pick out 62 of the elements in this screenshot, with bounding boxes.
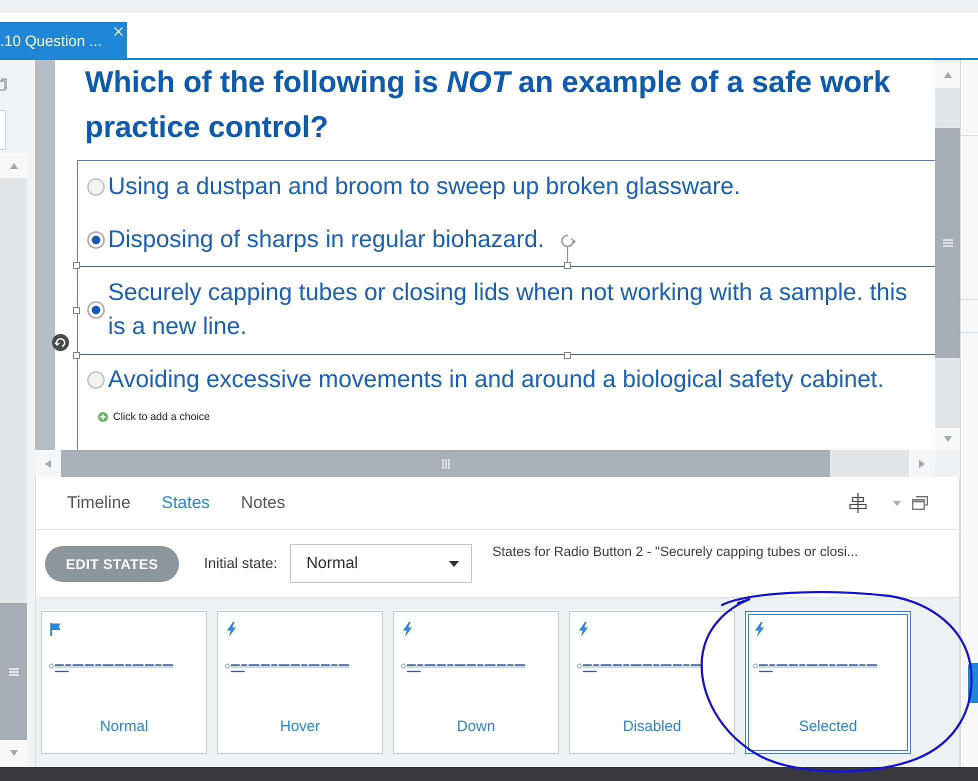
flag-icon bbox=[50, 622, 61, 637]
caret-down-icon bbox=[449, 560, 460, 566]
state-thumbnail[interactable]: Selected bbox=[745, 611, 911, 754]
choice-text: Avoiding excessive movements in and around a biological safety cabinet. bbox=[108, 365, 884, 395]
up-arrow-icon bbox=[10, 162, 18, 168]
scrollbar-thumb[interactable] bbox=[0, 603, 27, 740]
resize-handle[interactable] bbox=[73, 306, 80, 314]
choice-text: Securely capping tubes or closing lids when not working with a sample. this is a new line. bbox=[108, 278, 908, 342]
resize-handle[interactable] bbox=[73, 262, 80, 269]
window-icon[interactable] bbox=[0, 78, 7, 92]
text-field[interactable] bbox=[0, 110, 6, 150]
grip-icon bbox=[8, 668, 18, 676]
caret-down-icon[interactable] bbox=[893, 500, 901, 506]
states-caption: States for Radio Button 2 - "Securely capping tubes or closi... bbox=[492, 544, 858, 559]
initial-state-dropdown[interactable]: Normal bbox=[290, 544, 472, 583]
state-thumbnail[interactable]: Down bbox=[393, 611, 559, 754]
radio-button[interactable] bbox=[87, 371, 105, 389]
scroll-left-button[interactable] bbox=[35, 450, 61, 477]
scrollbar-thumb[interactable] bbox=[935, 128, 960, 358]
scroll-up-button[interactable] bbox=[0, 153, 27, 178]
edit-states-button[interactable]: EDIT STATES bbox=[45, 546, 179, 582]
lightning-icon bbox=[402, 622, 413, 637]
lightning-icon bbox=[578, 622, 589, 637]
choice-text: Using a dustpan and broom to sweep up broken glassware. bbox=[108, 172, 740, 202]
initial-state-label: Initial state: bbox=[204, 556, 278, 572]
lightning-icon bbox=[754, 622, 765, 637]
resize-handle[interactable] bbox=[564, 352, 571, 359]
down-arrow-icon bbox=[944, 436, 952, 442]
state-thumbnail[interactable]: Normal bbox=[41, 611, 207, 754]
scrollbar-track[interactable] bbox=[35, 450, 960, 477]
state-thumbnail[interactable]: Hover bbox=[217, 611, 383, 754]
grip-icon bbox=[942, 239, 952, 247]
lightning-icon bbox=[226, 622, 237, 637]
scroll-up-button[interactable] bbox=[935, 62, 960, 88]
scroll-right-button[interactable] bbox=[909, 450, 935, 477]
add-choice-link[interactable]: Click to add a choice bbox=[98, 411, 210, 423]
scroll-down-button[interactable] bbox=[935, 428, 960, 450]
state-thumbnail[interactable]: Disabled bbox=[569, 611, 735, 754]
radio-button[interactable] bbox=[87, 301, 105, 319]
down-arrow-icon bbox=[10, 750, 18, 756]
radio-button[interactable] bbox=[87, 178, 105, 196]
panel-tab[interactable]: Notes bbox=[240, 493, 286, 513]
close-icon[interactable] bbox=[114, 27, 123, 36]
grip-icon bbox=[442, 458, 450, 468]
right-arrow-icon bbox=[919, 460, 925, 468]
radio-button[interactable] bbox=[87, 231, 105, 249]
left-arrow-icon bbox=[45, 460, 51, 468]
window-restore-icon[interactable] bbox=[912, 496, 928, 510]
resize-handle[interactable] bbox=[564, 262, 571, 269]
panel-tab[interactable]: Timeline bbox=[67, 493, 131, 513]
choice-text: Disposing of sharps in regular biohazard. bbox=[108, 225, 544, 255]
question-text: Which of the following is NOT an example of a safe work practice control? bbox=[85, 65, 892, 146]
resize-handle[interactable] bbox=[73, 352, 80, 359]
scrollbar-thumb[interactable] bbox=[61, 450, 830, 477]
scroll-down-button[interactable] bbox=[0, 740, 27, 765]
rotation-handle[interactable] bbox=[559, 234, 577, 262]
panel-tab[interactable]: States bbox=[162, 493, 210, 513]
align-icon[interactable] bbox=[849, 493, 867, 513]
up-arrow-icon bbox=[944, 72, 952, 78]
document-tab[interactable]: .10 Question ... bbox=[0, 22, 127, 60]
scrollbar-track[interactable] bbox=[0, 153, 27, 765]
plus-icon bbox=[98, 412, 108, 422]
